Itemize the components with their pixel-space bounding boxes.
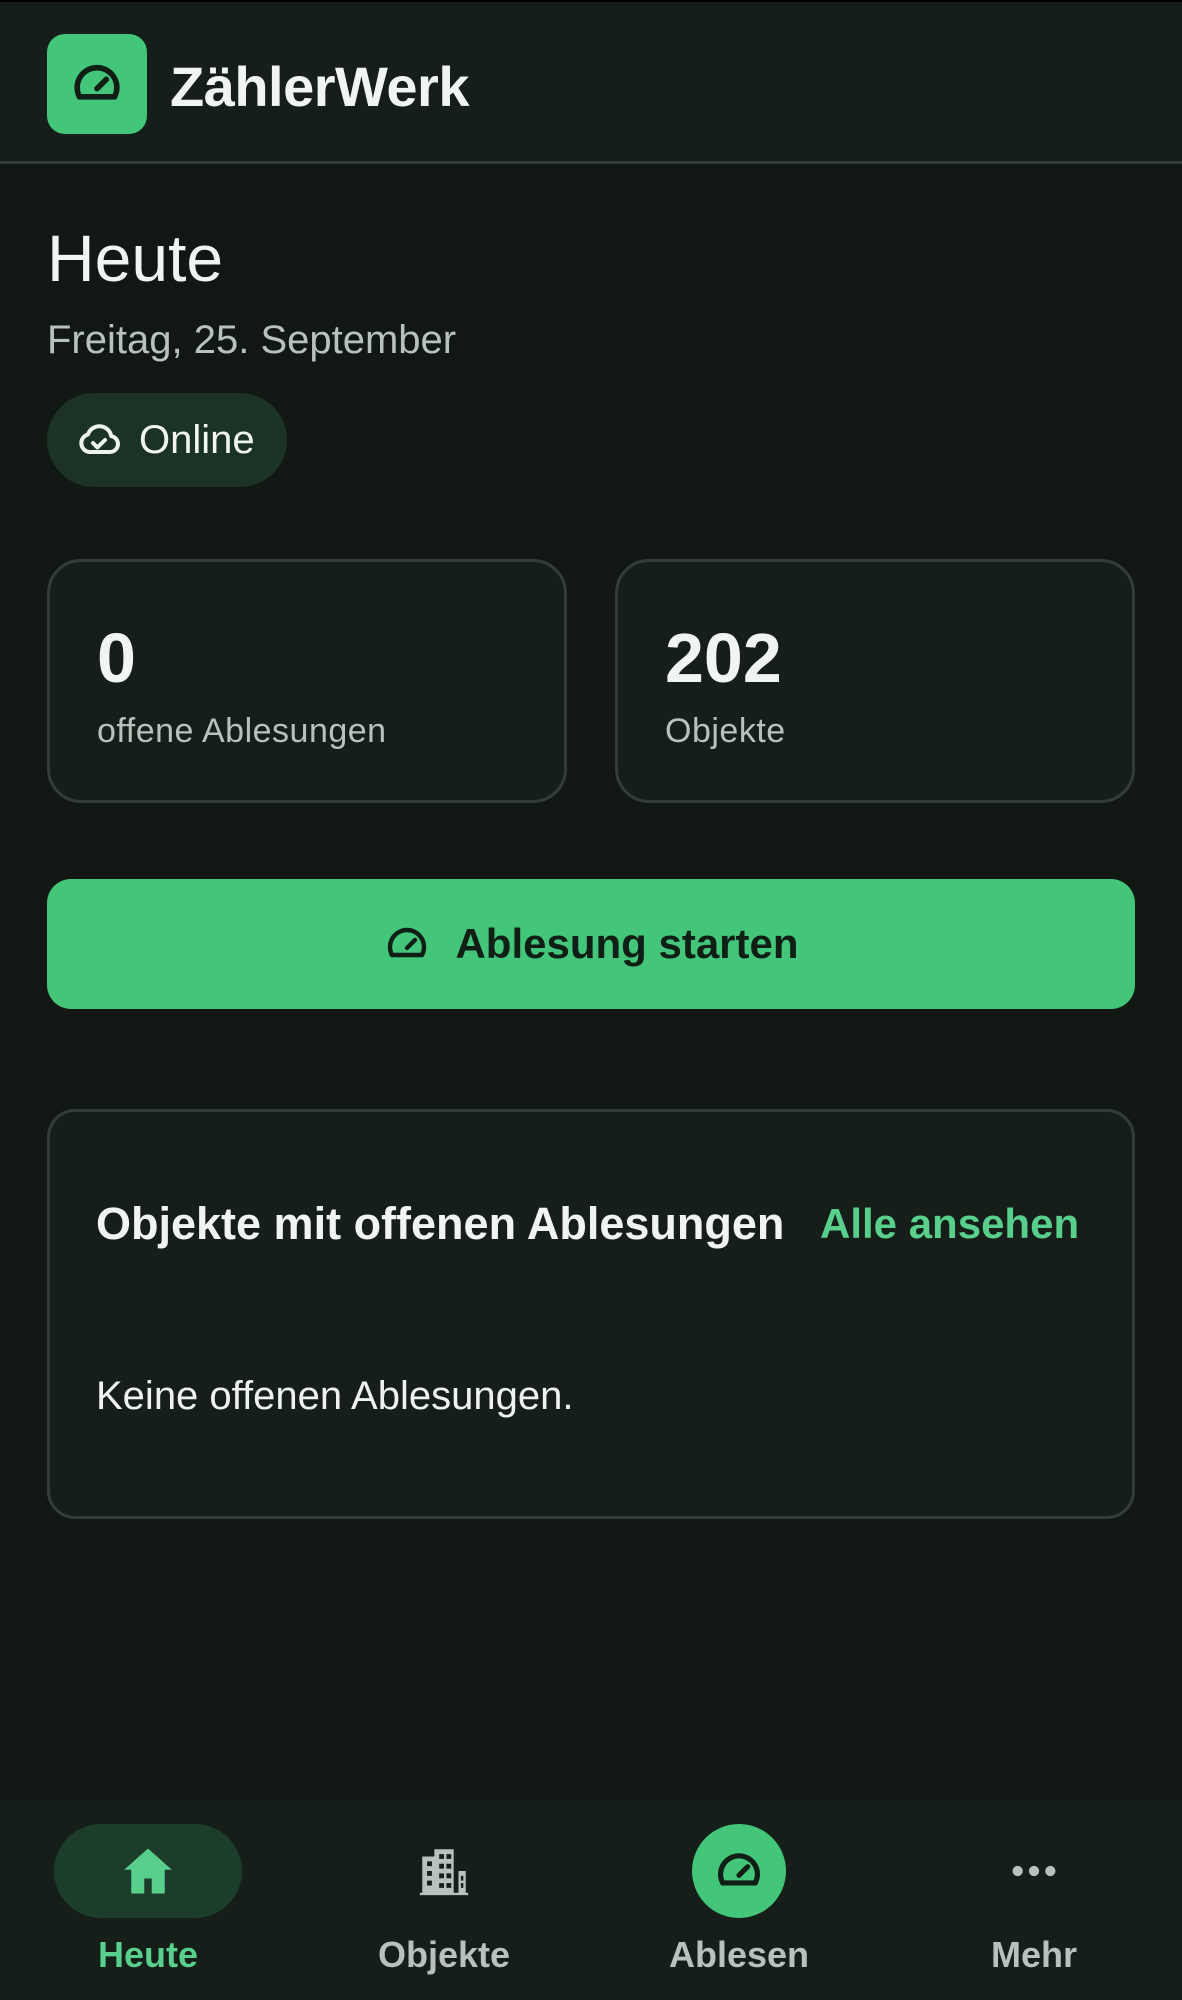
nav-item-mehr[interactable]: Mehr — [886, 1800, 1182, 2000]
app-root: ZählerWerk Heute Freitag, 25. September … — [0, 0, 1182, 2000]
nav-label: Ablesen — [668, 1934, 810, 1975]
more-icon — [1012, 1865, 1056, 1877]
stat-label: offene Ablesungen — [97, 712, 387, 750]
nav-label: Heute — [97, 1934, 199, 1975]
start-reading-button[interactable]: Ablesung starten — [47, 879, 1135, 1009]
empty-state-text: Keine offenen Ablesungen. — [96, 1374, 574, 1418]
nav-item-objekte[interactable]: Objekte — [296, 1800, 592, 2000]
page-title: Heute — [47, 221, 224, 295]
start-reading-label: Ablesung starten — [455, 920, 799, 967]
app-logo — [47, 34, 147, 134]
view-all-link[interactable]: Alle ansehen — [820, 1200, 1079, 1248]
building-icon — [419, 1849, 469, 1896]
gauge-icon — [718, 1853, 760, 1886]
stat-value: 0 — [97, 619, 136, 697]
bottom-navigation: Heute Objekte Ablesen Mehr — [0, 1800, 1182, 2000]
connection-status-label: Online — [139, 417, 255, 462]
nav-item-ablesen[interactable]: Ablesen — [591, 1800, 887, 2000]
panel-title: Objekte mit offenen Ablesungen — [96, 1198, 785, 1249]
page-date: Freitag, 25. September — [47, 318, 457, 362]
stat-value: 202 — [665, 619, 782, 697]
top-app-bar: ZählerWerk — [0, 0, 1182, 164]
nav-label: Objekte — [377, 1934, 511, 1975]
stat-card-objects: 202 Objekte — [615, 559, 1135, 803]
home-icon — [124, 1848, 172, 1894]
nav-icon-container — [350, 1824, 538, 1918]
nav-item-heute[interactable]: Heute — [0, 1800, 296, 2000]
stat-card-open-readings: 0 offene Ablesungen — [47, 559, 567, 803]
app-title: ZählerWerk — [170, 55, 469, 118]
connection-status-chip: Online — [47, 393, 287, 487]
gauge-icon — [74, 64, 120, 100]
nav-active-indicator — [54, 1824, 242, 1918]
open-readings-panel: Objekte mit offenen Ablesungen Alle anse… — [47, 1109, 1135, 1519]
stat-label: Objekte — [665, 712, 786, 750]
cloud-check-icon — [79, 424, 120, 454]
nav-icon-container — [940, 1824, 1128, 1918]
nav-fab-circle — [692, 1824, 786, 1918]
gauge-icon — [388, 927, 427, 958]
nav-label: Mehr — [990, 1934, 1077, 1975]
